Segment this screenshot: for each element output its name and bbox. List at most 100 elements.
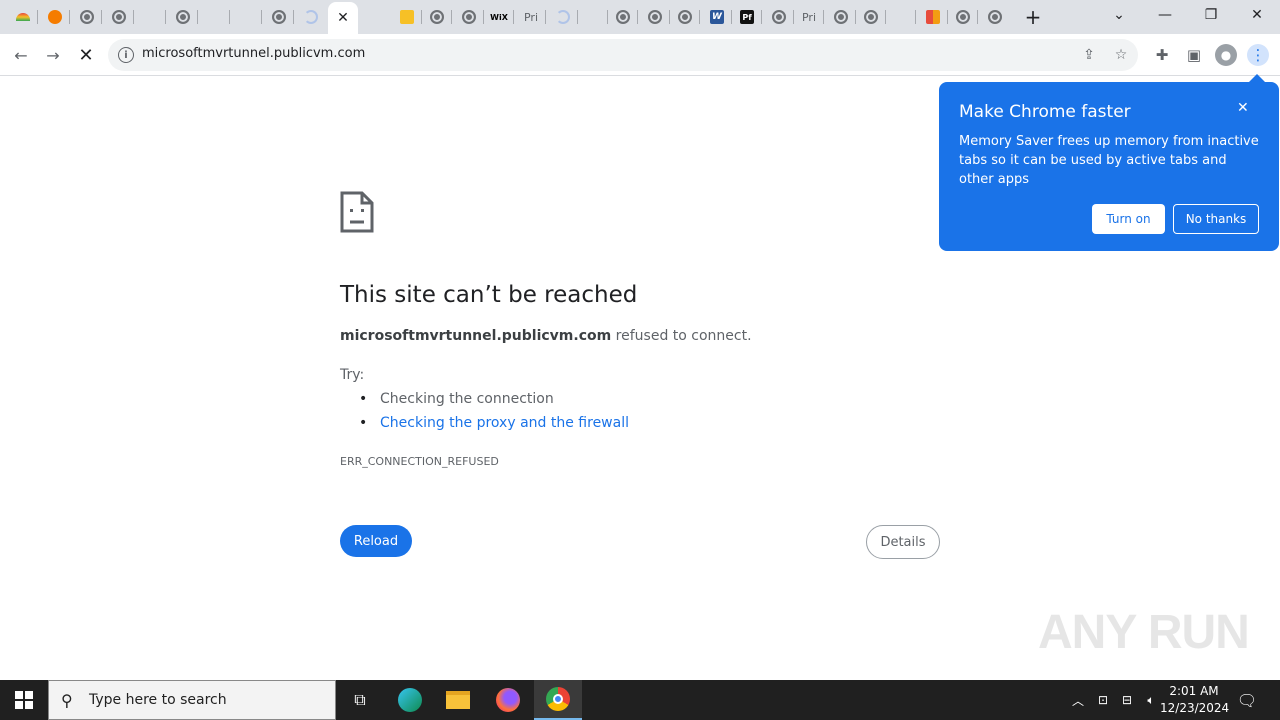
clock[interactable]: 2:01 AM 12/23/2024 xyxy=(1160,683,1230,717)
tab-1[interactable] xyxy=(8,4,38,30)
network-icon[interactable]: ⊟ xyxy=(1117,690,1137,710)
tab-12[interactable] xyxy=(360,4,390,30)
error-host: microsoftmvrtunnel.publicvm.com xyxy=(340,328,612,344)
volume-icon[interactable]: 🔈︎ xyxy=(1141,690,1161,710)
task-view-button[interactable]: ⧉ xyxy=(336,680,384,720)
tab-19[interactable] xyxy=(578,4,608,30)
loading-icon xyxy=(304,10,318,24)
tab-14[interactable] xyxy=(422,4,452,30)
tab-30[interactable] xyxy=(918,4,948,30)
search-icon: ⚲ xyxy=(61,691,73,710)
close-icon[interactable]: ✕ xyxy=(1237,100,1249,116)
error-code: ERR_CONNECTION_REFUSED xyxy=(340,455,499,468)
arrow-right-icon: → xyxy=(46,45,60,65)
chevron-down-icon: ⌄ xyxy=(1113,7,1125,23)
bubble-arrow xyxy=(1249,74,1265,82)
sad-page-icon xyxy=(340,191,374,233)
close-icon: ✕ xyxy=(1251,7,1263,23)
tab-27[interactable] xyxy=(826,4,856,30)
tab-4[interactable] xyxy=(104,4,134,30)
chrome-app[interactable] xyxy=(534,680,582,720)
menu-icon[interactable]: ⋮ xyxy=(1247,44,1269,66)
word-icon: W xyxy=(710,10,724,24)
chevron-up-icon[interactable]: ︿ xyxy=(1068,690,1088,710)
close-window-button[interactable]: ✕ xyxy=(1234,0,1280,30)
new-tab-button[interactable]: + xyxy=(1022,5,1044,29)
tab-9[interactable] xyxy=(264,4,294,30)
profile-icon[interactable]: ● xyxy=(1215,44,1237,66)
firefox-app[interactable] xyxy=(484,680,532,720)
memory-saver-bubble: Make Chrome faster ✕ Memory Saver frees … xyxy=(939,74,1279,251)
globe-icon xyxy=(956,10,970,24)
tab-15[interactable] xyxy=(454,4,484,30)
star-icon[interactable]: ☆ xyxy=(1112,46,1130,64)
tab-6[interactable] xyxy=(168,4,198,30)
toolbar: ← → ✕ i microsoftmvrtunnel.publicvm.com … xyxy=(0,34,1280,76)
minimize-button[interactable]: — xyxy=(1142,0,1188,30)
tab-16[interactable]: WiX xyxy=(484,4,514,30)
tab-search-button[interactable]: ⌄ xyxy=(1096,0,1142,30)
no-thanks-button[interactable]: No thanks xyxy=(1173,204,1259,234)
url-text[interactable]: microsoftmvrtunnel.publicvm.com xyxy=(142,46,365,61)
close-icon[interactable]: ✕ xyxy=(337,10,349,26)
tab-22[interactable] xyxy=(670,4,700,30)
tab-3[interactable] xyxy=(72,4,102,30)
tab-20[interactable] xyxy=(608,4,638,30)
suggestion-item: Checking the connection xyxy=(359,391,554,407)
tab-28[interactable] xyxy=(856,4,886,30)
tab-23[interactable]: W xyxy=(702,4,732,30)
suggestion-item[interactable]: Checking the proxy and the firewall xyxy=(359,415,629,431)
edge-app[interactable] xyxy=(386,680,434,720)
restore-button[interactable]: ❐ xyxy=(1188,0,1234,30)
tab-21[interactable] xyxy=(640,4,670,30)
back-button[interactable]: ← xyxy=(8,42,34,68)
tab-25[interactable] xyxy=(764,4,794,30)
arrow-left-icon: ← xyxy=(14,45,28,65)
close-icon: ✕ xyxy=(78,44,94,66)
tab-17[interactable]: Pri xyxy=(516,4,546,30)
globe-icon xyxy=(988,10,1002,24)
extensions-icon[interactable]: ✚ xyxy=(1151,44,1173,66)
rainbow-icon xyxy=(16,13,30,21)
share-icon[interactable]: ⇪ xyxy=(1080,46,1098,64)
bubble-body: Memory Saver frees up memory from inacti… xyxy=(959,134,1259,187)
device-icon[interactable]: ⊡ xyxy=(1093,690,1113,710)
tab-13[interactable] xyxy=(392,4,422,30)
clock-date: 12/23/2024 xyxy=(1160,701,1230,715)
file-explorer-app[interactable] xyxy=(434,680,482,720)
reload-button[interactable]: Reload xyxy=(340,525,412,557)
tab-31[interactable] xyxy=(948,4,978,30)
tab-29[interactable] xyxy=(886,4,916,30)
notification-icon[interactable]: 🗨︎ xyxy=(1237,690,1257,710)
edge-icon xyxy=(398,688,422,712)
address-bar[interactable]: i microsoftmvrtunnel.publicvm.com ⇪ ☆ xyxy=(108,39,1138,71)
tab-10[interactable] xyxy=(296,4,326,30)
tab-32[interactable] xyxy=(980,4,1010,30)
globe-icon xyxy=(176,10,190,24)
pdf-icon: Pf xyxy=(740,10,754,24)
windows-icon xyxy=(15,691,33,709)
tab-2[interactable] xyxy=(40,4,70,30)
tab-18[interactable] xyxy=(548,4,578,30)
turn-on-button[interactable]: Turn on xyxy=(1092,204,1165,234)
details-button[interactable]: Details xyxy=(866,525,940,559)
blank-icon xyxy=(144,10,158,24)
tab-5[interactable] xyxy=(136,4,166,30)
tab-active[interactable]: ✕ xyxy=(328,2,358,34)
globe-icon xyxy=(834,10,848,24)
start-button[interactable] xyxy=(0,680,48,720)
side-panel-icon[interactable]: ▣ xyxy=(1183,44,1205,66)
globe-icon xyxy=(772,10,786,24)
tab-26[interactable]: Pri xyxy=(794,4,824,30)
tab-24[interactable]: Pf xyxy=(732,4,762,30)
tab-8[interactable] xyxy=(232,4,262,30)
info-icon[interactable]: i xyxy=(118,47,134,63)
globe-icon xyxy=(616,10,630,24)
tab-7[interactable] xyxy=(200,4,230,30)
tab-strip: ✕ WiX Pri W Pf Pri + ⌄ — ❐ ✕ xyxy=(0,0,1280,34)
restore-icon: ❐ xyxy=(1204,7,1218,23)
stop-button[interactable]: ✕ xyxy=(73,42,99,68)
forward-button[interactable]: → xyxy=(40,42,66,68)
proxy-firewall-link[interactable]: Checking the proxy and the firewall xyxy=(380,415,629,431)
taskbar-search[interactable]: ⚲ Type here to search xyxy=(48,680,336,720)
